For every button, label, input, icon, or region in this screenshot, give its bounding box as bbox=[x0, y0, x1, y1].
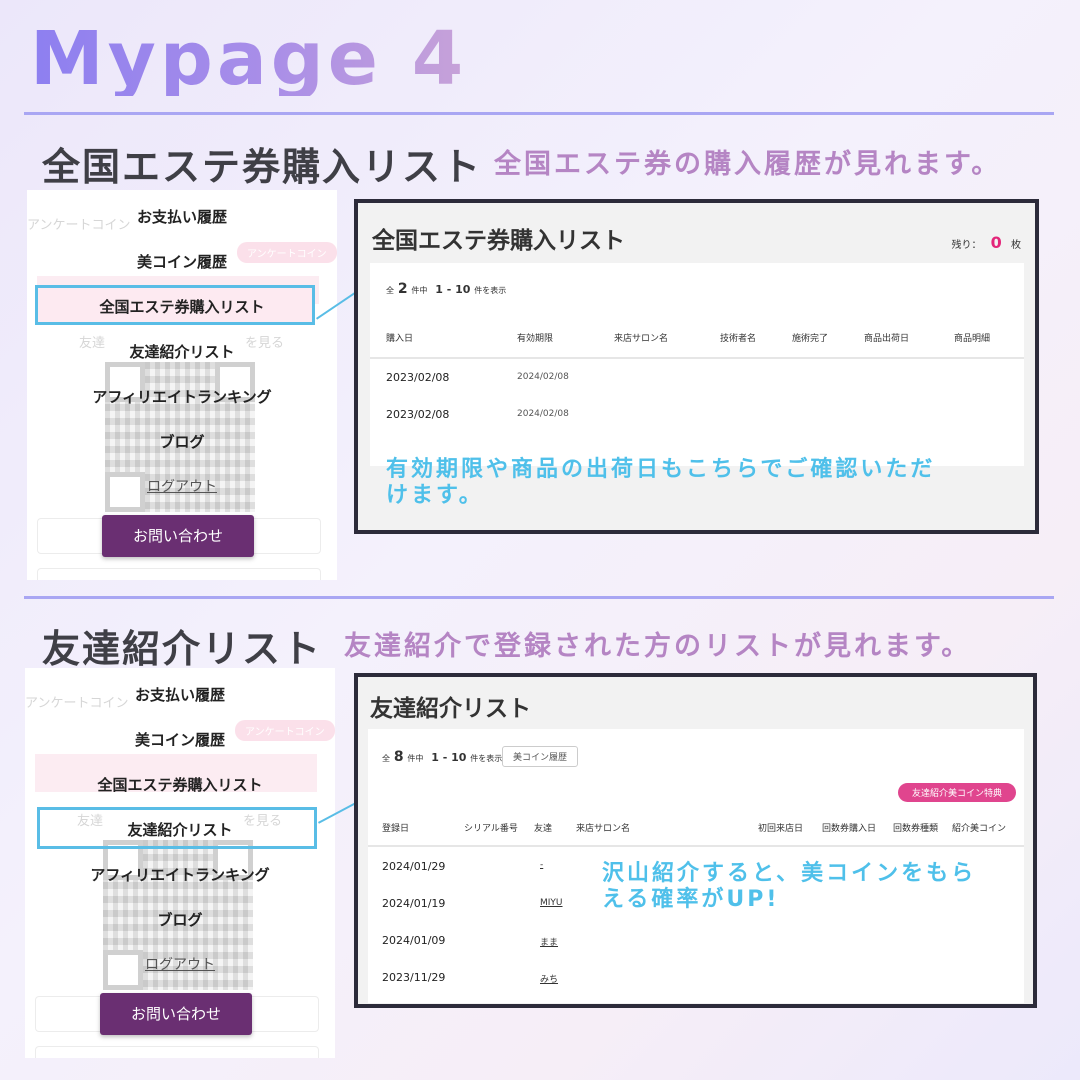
col-header: 有効期限 bbox=[517, 334, 554, 344]
note-text: 沢山紹介すると、美コインをもら える確率がUP! bbox=[602, 861, 977, 912]
menu-item-blog[interactable]: ブログ bbox=[25, 909, 335, 930]
col-header: 回数券購入日 bbox=[822, 824, 877, 834]
remaining-count: 残り： 0 枚 bbox=[951, 233, 1021, 252]
table-card: 全 2 件中 1 - 10 件を表示 購入日 有効期限 来店サロン名 技術者名 … bbox=[370, 263, 1024, 466]
mobile-menu-1: アンケートコイン アンケートコイン 友達 を見る お支払い履歴 美コイン履歴 全… bbox=[27, 190, 337, 580]
table-cell-date: 2023/11/29 bbox=[382, 971, 446, 984]
table-cell-date: 2024/01/09 bbox=[382, 934, 446, 947]
menu-item-affiliate-ranking[interactable]: アフィリエイトランキング bbox=[25, 864, 335, 885]
menu-item-friend-referral-list[interactable]: 友達紹介リスト bbox=[25, 819, 335, 840]
menu-item-affiliate-ranking[interactable]: アフィリエイトランキング bbox=[27, 386, 337, 407]
table-cell-friend[interactable]: まま bbox=[540, 935, 558, 948]
friend-referral-panel: 友達紹介リスト 全 8 件中 1 - 10 件を表示 美コイン履歴 友達紹介美コ… bbox=[354, 673, 1037, 1008]
logout-link[interactable]: ログアウト bbox=[25, 954, 335, 974]
coin-history-button[interactable]: 美コイン履歴 bbox=[502, 746, 579, 767]
ghost-box bbox=[35, 1046, 319, 1058]
panel-title: 友達紹介リスト bbox=[370, 696, 531, 722]
result-count: 全 2 件中 1 - 10 件を表示 bbox=[386, 281, 507, 297]
col-header: 施術完了 bbox=[792, 334, 829, 344]
section1-desc: 全国エステ券の購入履歴が見れます。 bbox=[494, 149, 1002, 180]
section2-title: 友達紹介リスト bbox=[42, 627, 323, 671]
table-cell-date: 2024/01/19 bbox=[382, 897, 446, 910]
table-cell-friend[interactable]: - bbox=[540, 860, 543, 870]
section1-title: 全国エステ券購入リスト bbox=[42, 145, 483, 189]
table-cell-friend[interactable]: みち bbox=[540, 972, 558, 985]
col-header: 技術者名 bbox=[720, 334, 757, 344]
ghost-box bbox=[37, 568, 321, 580]
table-divider bbox=[370, 357, 1024, 359]
table-cell-date: 2023/02/08 bbox=[386, 408, 450, 421]
divider-top bbox=[24, 112, 1054, 115]
col-header: 商品出荷日 bbox=[864, 334, 910, 344]
col-header: 来店サロン名 bbox=[576, 824, 631, 834]
section2-desc: 友達紹介で登録された方のリストが見れます。 bbox=[344, 631, 972, 662]
table-cell-date: 2023/02/08 bbox=[386, 371, 450, 384]
menu-item-payment-history[interactable]: お支払い履歴 bbox=[25, 684, 335, 705]
menu-item-esthe-ticket-list[interactable]: 全国エステ券購入リスト bbox=[25, 774, 335, 795]
note-text: 有効期限や商品の出荷日もこちらでご確認いただ けます。 bbox=[386, 457, 936, 508]
table-cell-date: 2024/01/29 bbox=[382, 860, 446, 873]
col-header: 来店サロン名 bbox=[614, 334, 669, 344]
col-header: 紹介美コイン bbox=[952, 824, 1007, 834]
logout-link[interactable]: ログアウト bbox=[27, 476, 337, 496]
col-header: 友達 bbox=[534, 824, 553, 834]
contact-button[interactable]: お問い合わせ bbox=[102, 515, 254, 557]
esthe-ticket-panel: 全国エステ券購入リスト 残り： 0 枚 全 2 件中 1 - 10 件を表示 購… bbox=[354, 199, 1039, 534]
table-cell-friend[interactable]: MIYU bbox=[540, 898, 563, 908]
table-divider bbox=[368, 845, 1024, 847]
col-header: 商品明細 bbox=[954, 334, 991, 344]
menu-item-esthe-ticket-list[interactable]: 全国エステ券購入リスト bbox=[27, 296, 337, 317]
contact-button[interactable]: お問い合わせ bbox=[100, 993, 252, 1035]
col-header: 登録日 bbox=[382, 824, 410, 834]
divider-middle bbox=[24, 596, 1054, 599]
result-count: 全 8 件中 1 - 10 件を表示 bbox=[382, 749, 503, 765]
menu-item-friend-referral-list[interactable]: 友達紹介リスト bbox=[27, 341, 337, 362]
col-header: シリアル番号 bbox=[464, 824, 518, 834]
col-header: 回数券種類 bbox=[893, 824, 939, 834]
menu-item-payment-history[interactable]: お支払い履歴 bbox=[27, 206, 337, 227]
menu-item-coin-history[interactable]: 美コイン履歴 bbox=[27, 251, 337, 272]
mobile-menu-2: アンケートコイン アンケートコイン 友達 を見る お支払い履歴 美コイン履歴 全… bbox=[25, 668, 335, 1058]
menu-item-blog[interactable]: ブログ bbox=[27, 431, 337, 452]
page-title: Mypage 4 bbox=[30, 16, 468, 102]
menu-item-coin-history[interactable]: 美コイン履歴 bbox=[25, 729, 335, 750]
panel-title: 全国エステ券購入リスト bbox=[372, 228, 625, 254]
table-cell-expiry: 2024/02/08 bbox=[517, 409, 569, 419]
col-header: 初回来店日 bbox=[758, 824, 804, 834]
referral-bonus-badge[interactable]: 友達紹介美コイン特典 bbox=[897, 783, 1016, 802]
col-header: 購入日 bbox=[386, 334, 414, 344]
table-cell-expiry: 2024/02/08 bbox=[517, 372, 569, 382]
